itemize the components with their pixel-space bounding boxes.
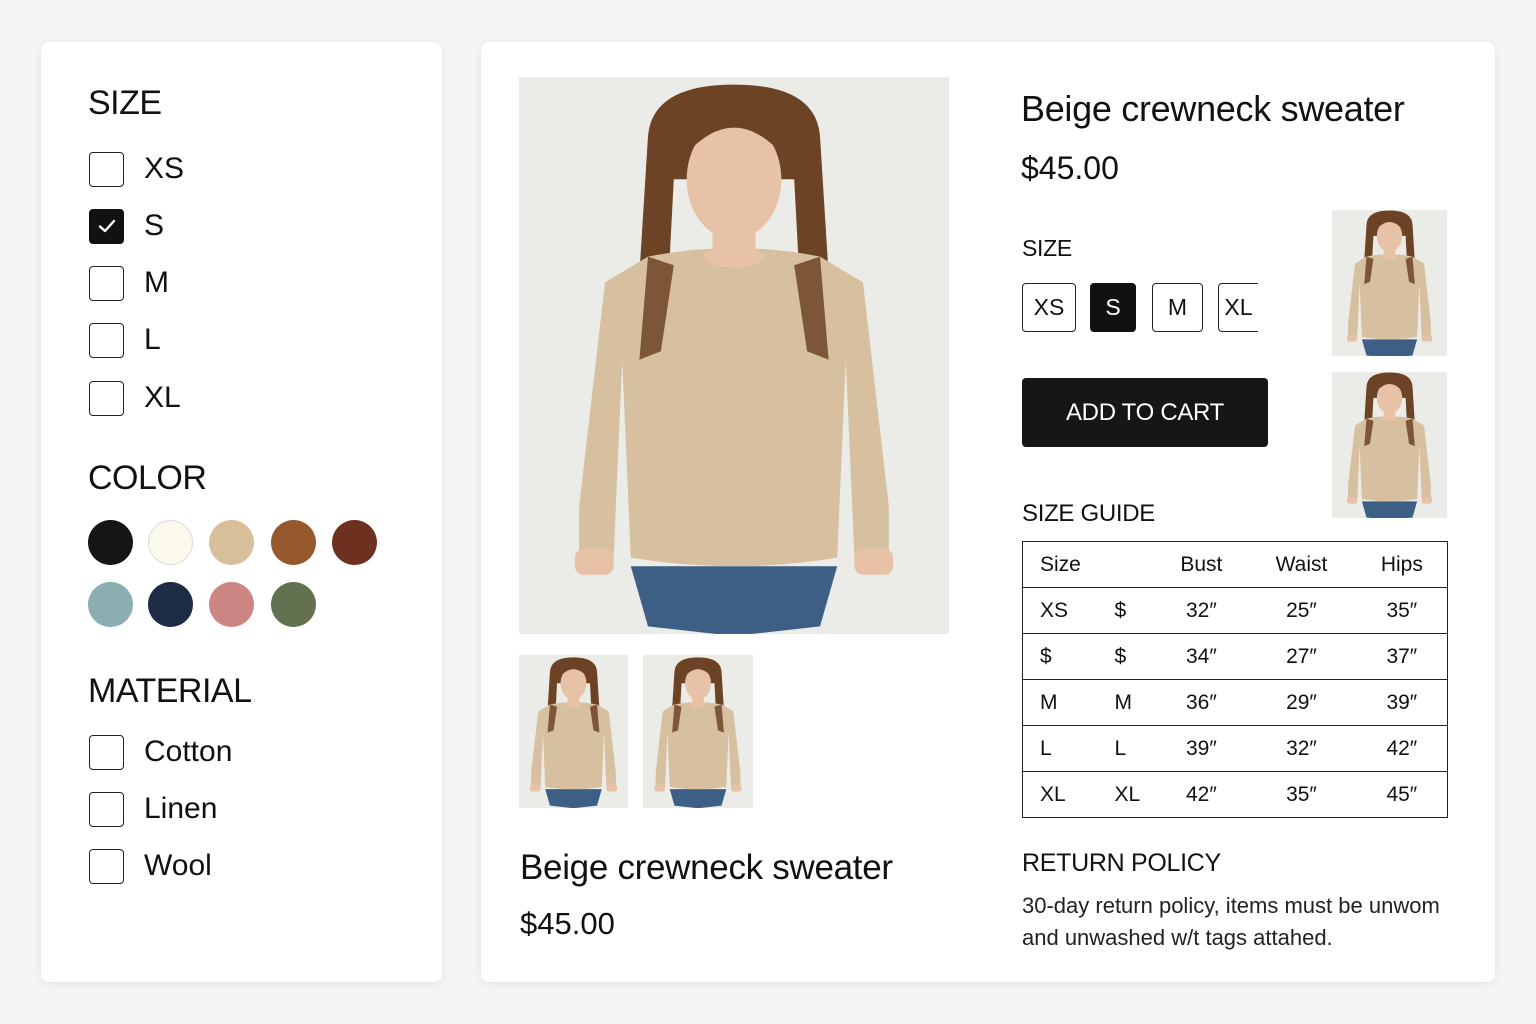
add-to-cart-button[interactable]: ADD TO CART <box>1022 378 1268 447</box>
table-cell: XS <box>1022 587 1101 634</box>
material-filter-wool[interactable]: Wool <box>89 848 212 884</box>
table-cell: 42″ <box>1356 725 1448 772</box>
color-swatch[interactable] <box>332 520 377 565</box>
table-cell: L <box>1100 725 1157 772</box>
column-header: Waist <box>1275 552 1328 576</box>
color-swatch[interactable] <box>88 582 133 627</box>
table-cell: $ <box>1100 587 1157 634</box>
color-swatch[interactable] <box>209 582 254 627</box>
table-cell: 36″ <box>1156 679 1247 726</box>
table-row: $ $34″ 27″ 37″ <box>1022 633 1448 680</box>
size-option-xs[interactable]: XS <box>1022 283 1076 332</box>
table-cell: 45″ <box>1356 771 1448 818</box>
table-cell: 32″ <box>1156 587 1247 634</box>
table-cell: 29″ <box>1246 679 1357 726</box>
table-cell: L <box>1022 725 1101 772</box>
color-swatch[interactable] <box>271 520 316 565</box>
size-filter-xs[interactable]: XS <box>89 151 184 187</box>
column-header: Bust <box>1180 552 1223 576</box>
table-row: L L 39″ 32″ 42″ <box>1022 725 1448 772</box>
table-cell: 32″ <box>1246 725 1357 772</box>
product-title: Beige crewneck sweater <box>1021 88 1405 129</box>
table-cell: $ <box>1100 633 1157 680</box>
checkbox[interactable] <box>89 848 124 884</box>
column-header <box>1101 542 1157 588</box>
side-thumbnail-1[interactable] <box>1332 210 1447 356</box>
material-filter-heading: MATERIAL <box>88 672 252 710</box>
table-row: XS $32″ 25″ 35″ <box>1022 587 1448 634</box>
checkbox[interactable] <box>89 322 124 358</box>
checkbox-label: S <box>144 209 165 242</box>
return-policy-text: 30-day return policy, items must be unwo… <box>1022 893 1440 950</box>
size-guide-table: Size Bust Waist Hips XS $32″ 25″ 35″ $ $34″ 27″ 37″… <box>1022 541 1448 818</box>
color-swatch[interactable] <box>88 520 133 565</box>
size-guide-heading: SIZE GUIDE <box>1022 500 1156 527</box>
size-filter-s[interactable]: S <box>89 208 164 244</box>
table-row: XL XL 42″ 35″ 45″ <box>1022 771 1448 818</box>
checkbox[interactable] <box>89 151 124 187</box>
product-title-bottom: Beige crewneck sweater <box>520 848 893 887</box>
main-product-image[interactable] <box>519 77 949 634</box>
color-filter-heading: COLOR <box>88 459 207 497</box>
checkbox[interactable] <box>89 265 124 301</box>
checkbox-checked[interactable] <box>89 208 124 244</box>
thumbnail-image-1[interactable] <box>519 655 628 808</box>
column-header: Hips <box>1380 552 1423 576</box>
table-cell: 39″ <box>1356 679 1448 726</box>
product-price-bottom: $45.00 <box>520 906 615 941</box>
return-policy-heading: RETURN POLICY <box>1022 849 1221 877</box>
checkbox[interactable] <box>89 734 124 770</box>
checkbox-label: Cotton <box>144 735 233 768</box>
size-filter-heading: SIZE <box>88 84 162 122</box>
table-cell: 34″ <box>1156 633 1247 680</box>
material-filter-linen[interactable]: Linen <box>89 791 217 827</box>
color-swatch[interactable] <box>148 520 193 565</box>
table-cell: 25″ <box>1246 587 1357 634</box>
color-swatch[interactable] <box>148 582 193 627</box>
size-filter-xl[interactable]: XL <box>89 380 181 416</box>
table-cell: XL <box>1022 771 1101 818</box>
checkbox-label: XS <box>144 152 185 185</box>
table-cell: M <box>1100 679 1157 726</box>
table-header-row: Size Bust Waist Hips <box>1023 542 1448 588</box>
side-thumbnail-2[interactable] <box>1332 372 1447 518</box>
table-cell: 42″ <box>1156 771 1247 818</box>
size-selector-heading: SIZE <box>1022 235 1072 261</box>
checkmark-icon <box>98 219 115 233</box>
size-option-xl[interactable]: XL <box>1218 283 1258 332</box>
checkbox-label: XL <box>144 381 181 414</box>
thumbnail-image-2[interactable] <box>643 655 753 808</box>
table-cell: 35″ <box>1246 771 1357 818</box>
checkbox-label: Wool <box>144 849 212 882</box>
column-header: Size <box>1040 552 1081 576</box>
checkbox[interactable] <box>89 791 124 827</box>
table-cell: XL <box>1100 771 1157 818</box>
table-cell: M <box>1022 679 1101 726</box>
table-cell: 39″ <box>1156 725 1247 772</box>
product-panel: Beige crewneck sweater $45.00 Beige crew… <box>481 42 1495 982</box>
filter-panel: SIZE XS S M L XL COLOR MATERIAL Cotton L… <box>41 42 442 982</box>
table-cell: 37″ <box>1356 633 1448 680</box>
product-price: $45.00 <box>1021 150 1119 186</box>
checkbox-label: Linen <box>144 792 218 825</box>
size-filter-m[interactable]: M <box>89 265 169 301</box>
size-option-m[interactable]: M <box>1152 283 1203 332</box>
checkbox-label: L <box>144 323 161 356</box>
material-filter-cotton[interactable]: Cotton <box>89 734 232 770</box>
size-filter-l[interactable]: L <box>89 322 161 358</box>
color-swatch[interactable] <box>271 582 316 627</box>
table-cell: 27″ <box>1246 633 1357 680</box>
size-option-s[interactable]: S <box>1090 283 1136 332</box>
checkbox-label: M <box>144 266 169 299</box>
checkbox[interactable] <box>89 380 124 416</box>
table-cell: $ <box>1022 633 1101 680</box>
table-row: M M 36″ 29″ 39″ <box>1022 679 1448 726</box>
table-cell: 35″ <box>1356 587 1448 634</box>
color-swatch[interactable] <box>209 520 254 565</box>
